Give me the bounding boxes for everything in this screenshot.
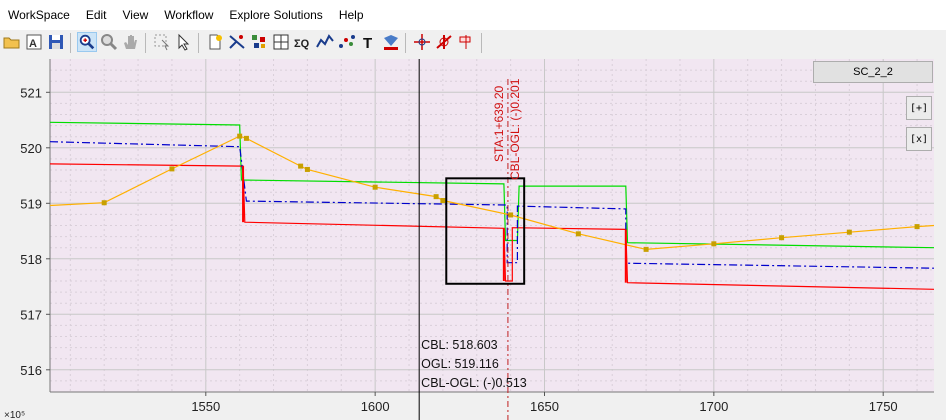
crosshair-icon[interactable] — [412, 32, 432, 52]
expand-button-label: [+] — [909, 102, 929, 114]
y-tick-label: 516 — [20, 363, 42, 378]
data-point-marker[interactable] — [914, 224, 920, 230]
y-tick-label: 521 — [20, 85, 42, 100]
data-point-marker[interactable] — [711, 241, 717, 247]
chart-area[interactable]: 1550 1600 1650 1700 1750 516 517 518 519 520 521 ×1… — [0, 56, 946, 420]
pan-hand-icon[interactable] — [121, 32, 141, 52]
toolbar: A ΣQ T — [0, 30, 946, 57]
station-label: STA:1+639.20 — [492, 86, 506, 162]
menu-bar: WorkSpace Edit View Workflow Explore Solutio… — [0, 0, 946, 30]
menu-view[interactable]: View — [115, 0, 157, 30]
close-button-label: [x] — [909, 133, 929, 145]
data-point-marker[interactable] — [298, 163, 304, 169]
line-chart-icon[interactable] — [315, 32, 335, 52]
data-point-marker[interactable] — [304, 166, 310, 172]
save-icon[interactable] — [46, 32, 66, 52]
new-page-icon[interactable] — [205, 32, 225, 52]
sigma-q-icon[interactable]: ΣQ — [293, 32, 313, 52]
station-diff-label: CBL-OGL: (-)0.201 — [508, 78, 522, 180]
y-tick-label: 518 — [20, 252, 42, 267]
data-point-marker[interactable] — [846, 229, 852, 235]
toolbar-separator — [145, 33, 146, 53]
zoom-out-icon[interactable] — [99, 32, 119, 52]
pin-marker-icon[interactable] — [456, 32, 476, 52]
y-tick-label: 520 — [20, 141, 42, 156]
x-tick-label: 1600 — [361, 399, 390, 414]
series-select-button[interactable]: SC_2_2 — [813, 61, 933, 83]
select-cursor-icon[interactable] — [152, 32, 172, 52]
text-icon[interactable]: T — [359, 32, 379, 52]
grid-icon[interactable] — [271, 32, 291, 52]
x-tick-label: 1550 — [191, 399, 220, 414]
series-button-label: SC_2_2 — [853, 66, 893, 78]
svg-text:A: A — [29, 38, 37, 50]
toolbar-separator — [70, 33, 71, 53]
data-point-marker[interactable] — [372, 184, 378, 190]
print-preview-icon[interactable]: A — [24, 32, 44, 52]
data-point-marker[interactable] — [243, 135, 249, 141]
color-fill-icon[interactable] — [381, 32, 401, 52]
menu-workflow[interactable]: Workflow — [156, 0, 221, 30]
data-point-marker[interactable] — [433, 194, 439, 200]
menu-edit[interactable]: Edit — [78, 0, 115, 30]
pointer-icon[interactable] — [174, 32, 194, 52]
toolbar-separator — [198, 33, 199, 53]
data-points-icon[interactable] — [249, 32, 269, 52]
data-point-marker[interactable] — [169, 166, 175, 172]
expand-button[interactable]: [+] — [906, 96, 932, 120]
toolbar-separator — [481, 33, 482, 53]
menu-workspace[interactable]: WorkSpace — [0, 0, 78, 30]
x-tick-label: 1750 — [869, 399, 898, 414]
x-exponent-label: ×10⁵ — [4, 410, 25, 420]
x-tick-label: 1650 — [530, 399, 559, 414]
data-point-marker[interactable] — [575, 231, 581, 237]
menu-explore-solutions[interactable]: Explore Solutions — [221, 0, 330, 30]
svg-text:ΣQ: ΣQ — [294, 38, 310, 50]
close-button[interactable]: [x] — [906, 127, 932, 151]
y-tick-label: 517 — [20, 307, 42, 322]
profile-chart[interactable]: 1550 1600 1650 1700 1750 516 517 518 519 520 521 ×1… — [0, 56, 946, 420]
toolbar-separator — [405, 33, 406, 53]
data-point-marker[interactable] — [508, 212, 514, 218]
zoom-in-icon[interactable] — [77, 32, 97, 52]
readout-diff: CBL-OGL: (-)0.513 — [421, 376, 527, 390]
clear-marker-icon[interactable] — [434, 32, 454, 52]
data-point-marker[interactable] — [237, 133, 243, 139]
menu-help[interactable]: Help — [331, 0, 372, 30]
readout-ogl: OGL: 519.116 — [421, 357, 499, 371]
line-style-icon[interactable] — [227, 32, 247, 52]
data-point-marker[interactable] — [643, 246, 649, 252]
open-folder-icon[interactable] — [2, 32, 22, 52]
data-point-marker[interactable] — [779, 235, 785, 241]
scatter-icon[interactable] — [337, 32, 357, 52]
data-point-marker[interactable] — [101, 200, 107, 206]
data-point-marker[interactable] — [440, 198, 446, 204]
y-tick-label: 519 — [20, 196, 42, 211]
x-tick-label: 1700 — [699, 399, 728, 414]
svg-text:T: T — [363, 35, 372, 52]
readout-cbl: CBL: 518.603 — [421, 338, 497, 352]
